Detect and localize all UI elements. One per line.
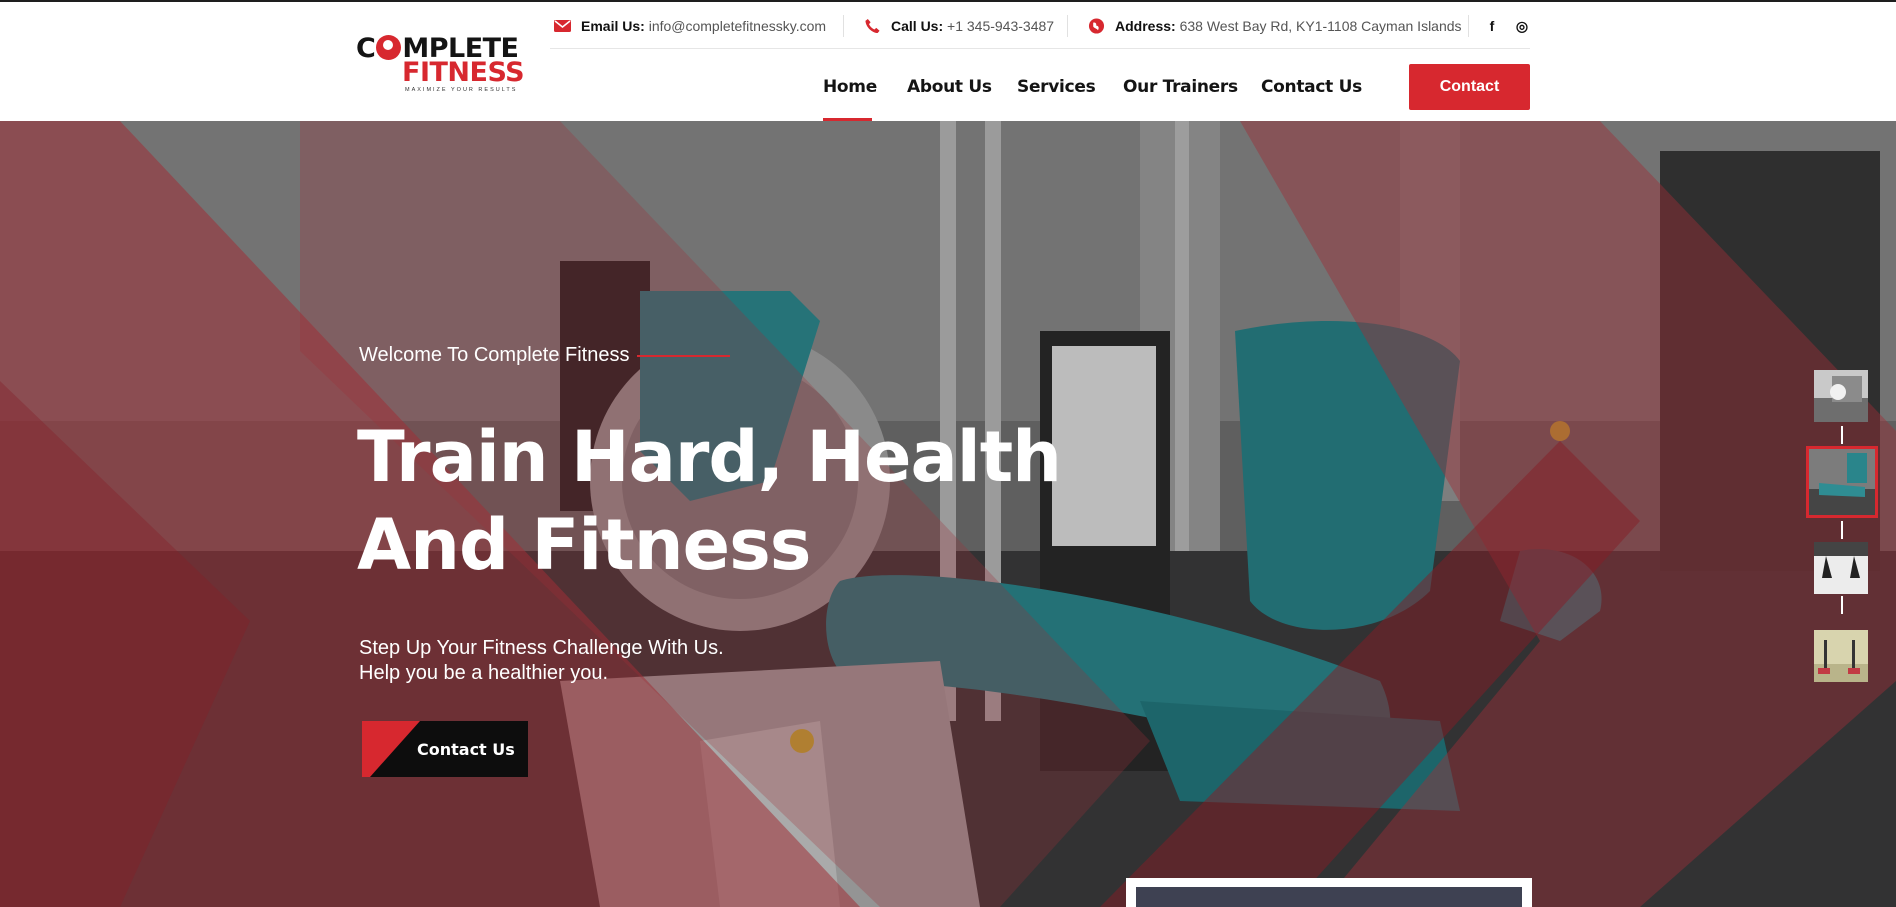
hero-slider: Welcome To Complete Fitness Train Hard, … xyxy=(0,121,1896,907)
thumbnail-image-4 xyxy=(1814,630,1868,682)
nav-item-our-trainers[interactable]: Our Trainers xyxy=(1123,76,1238,98)
hero-title-line2: And Fitness xyxy=(357,504,811,586)
thumbnail-image-2 xyxy=(1809,449,1875,515)
nav-item-about-us[interactable]: About Us xyxy=(907,76,992,98)
envelope-icon xyxy=(554,20,571,32)
hero-subtitle-line2: Help you be a healthier you. xyxy=(359,662,609,684)
featured-card-peek xyxy=(1126,878,1532,907)
phone-label: Call Us: xyxy=(891,18,944,34)
header-contact-button[interactable]: Contact xyxy=(1409,64,1530,110)
site-header: C MPLETE FITNESS MAXIMIZE YOUR RESULTS Em… xyxy=(0,2,1896,122)
top-info-bar: Email Us: info@completefitnessky.com Cal… xyxy=(550,2,1530,49)
facebook-icon[interactable]: f xyxy=(1484,17,1500,35)
slide-thumbnails xyxy=(1806,370,1880,710)
thumbnail-connector xyxy=(1841,521,1843,539)
thumbnail-connector xyxy=(1841,426,1843,444)
logo-tagline: MAXIMIZE YOUR RESULTS xyxy=(405,87,518,93)
divider xyxy=(1067,15,1068,37)
slide-thumbnail[interactable] xyxy=(1814,630,1868,682)
phone-icon xyxy=(865,18,880,34)
instagram-icon[interactable]: ◎ xyxy=(1514,17,1530,35)
thumbnail-image-1 xyxy=(1814,370,1868,422)
slide-thumbnail-active[interactable] xyxy=(1806,446,1878,518)
divider xyxy=(843,15,844,37)
location-pin-icon xyxy=(1088,18,1105,34)
cta-red-accent xyxy=(362,721,420,777)
email-label: Email Us: xyxy=(581,18,645,34)
hero-title-line1: Train Hard, Health xyxy=(357,416,1062,498)
nav-item-contact-us[interactable]: Contact Us xyxy=(1261,76,1362,98)
slide-thumbnail[interactable] xyxy=(1814,542,1868,594)
hero-title: Train Hard, Health And Fitness xyxy=(357,413,1117,589)
logo-runner-icon xyxy=(376,35,402,60)
nav-item-home[interactable]: Home xyxy=(823,76,877,98)
address-value: 638 West Bay Rd, KY1-1108 Cayman Islands xyxy=(1179,18,1462,34)
hero-subtitle-line1: Step Up Your Fitness Challenge With Us. xyxy=(359,637,724,659)
thumbnail-connector xyxy=(1841,596,1843,614)
featured-card-image xyxy=(1136,887,1522,907)
hero-subtitle: Step Up Your Fitness Challenge With Us. … xyxy=(359,636,724,686)
thumbnail-image-3 xyxy=(1814,542,1868,594)
hero-eyebrow: Welcome To Complete Fitness xyxy=(359,344,630,366)
email-value: info@completefitnessky.com xyxy=(648,18,827,34)
address-label: Address: xyxy=(1115,18,1176,34)
phone-value: +1 345-943-3487 xyxy=(947,18,1055,34)
logo-subword: FITNESS xyxy=(402,57,525,88)
slide-thumbnail[interactable] xyxy=(1814,370,1868,422)
divider xyxy=(1468,15,1469,37)
site-logo[interactable]: C MPLETE FITNESS MAXIMIZE YOUR RESULTS xyxy=(356,35,532,94)
hero-contact-label: Contact Us xyxy=(417,739,515,759)
hero-contact-button[interactable]: Contact Us xyxy=(362,721,528,777)
nav-item-services[interactable]: Services xyxy=(1017,76,1096,98)
eyebrow-accent-line xyxy=(637,355,730,357)
